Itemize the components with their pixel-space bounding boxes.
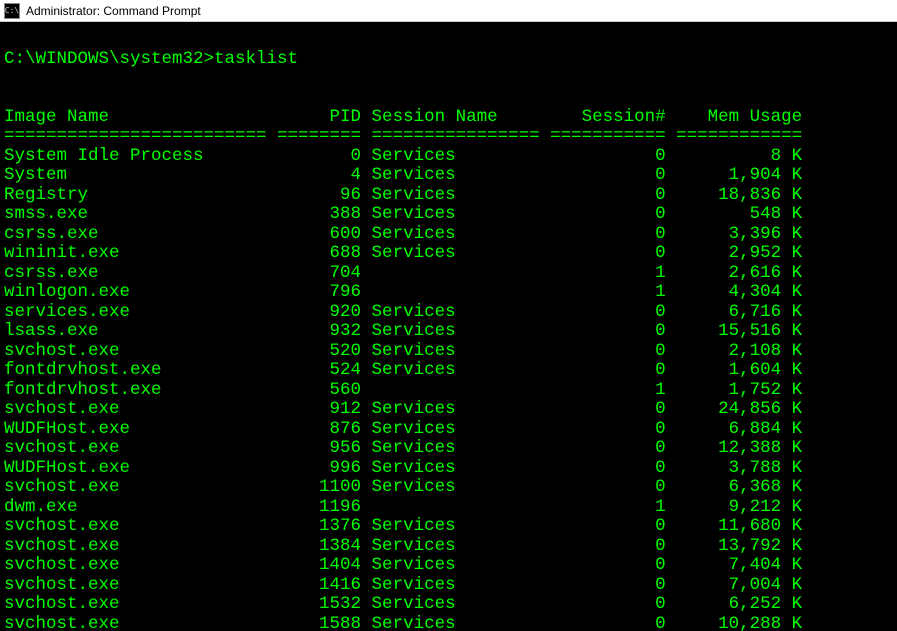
header-row: Image Name PID Session Name Session# Mem…: [4, 108, 893, 128]
process-row: svchost.exe 1376 Services 0 11,680 K: [4, 517, 893, 537]
process-row: winlogon.exe 796 1 4,304 K: [4, 283, 893, 303]
process-row: svchost.exe 1404 Services 0 7,404 K: [4, 556, 893, 576]
process-row: services.exe 920 Services 0 6,716 K: [4, 303, 893, 323]
process-row: lsass.exe 932 Services 0 15,516 K: [4, 322, 893, 342]
process-row: smss.exe 388 Services 0 548 K: [4, 205, 893, 225]
process-row: Registry 96 Services 0 18,836 K: [4, 186, 893, 206]
process-row: svchost.exe 1100 Services 0 6,368 K: [4, 478, 893, 498]
window-title: Administrator: Command Prompt: [26, 4, 201, 18]
process-row: svchost.exe 520 Services 0 2,108 K: [4, 342, 893, 362]
process-row: csrss.exe 704 1 2,616 K: [4, 264, 893, 284]
process-row: WUDFHost.exe 876 Services 0 6,884 K: [4, 420, 893, 440]
process-row: WUDFHost.exe 996 Services 0 3,788 K: [4, 459, 893, 479]
prompt-path: C:\WINDOWS\system32>: [4, 49, 214, 69]
process-row: svchost.exe 1588 Services 0 10,288 K: [4, 615, 893, 631]
process-row: svchost.exe 1532 Services 0 6,252 K: [4, 595, 893, 615]
process-row: svchost.exe 912 Services 0 24,856 K: [4, 400, 893, 420]
process-row: svchost.exe 1384 Services 0 13,792 K: [4, 537, 893, 557]
process-row: svchost.exe 956 Services 0 12,388 K: [4, 439, 893, 459]
divider-row: ========================= ======== =====…: [4, 127, 893, 147]
process-row: csrss.exe 600 Services 0 3,396 K: [4, 225, 893, 245]
process-row: System 4 Services 0 1,904 K: [4, 166, 893, 186]
process-row: wininit.exe 688 Services 0 2,952 K: [4, 244, 893, 264]
window-title-bar: C:\ Administrator: Command Prompt: [0, 0, 897, 22]
process-row: System Idle Process 0 Services 0 8 K: [4, 147, 893, 167]
process-row: dwm.exe 1196 1 9,212 K: [4, 498, 893, 518]
prompt-command: tasklist: [214, 49, 298, 69]
cmd-icon: C:\: [4, 3, 20, 19]
process-row: fontdrvhost.exe 524 Services 0 1,604 K: [4, 361, 893, 381]
process-row: svchost.exe 1416 Services 0 7,004 K: [4, 576, 893, 596]
terminal-output[interactable]: C:\WINDOWS\system32>tasklist Image Name …: [0, 22, 897, 631]
process-row: fontdrvhost.exe 560 1 1,752 K: [4, 381, 893, 401]
